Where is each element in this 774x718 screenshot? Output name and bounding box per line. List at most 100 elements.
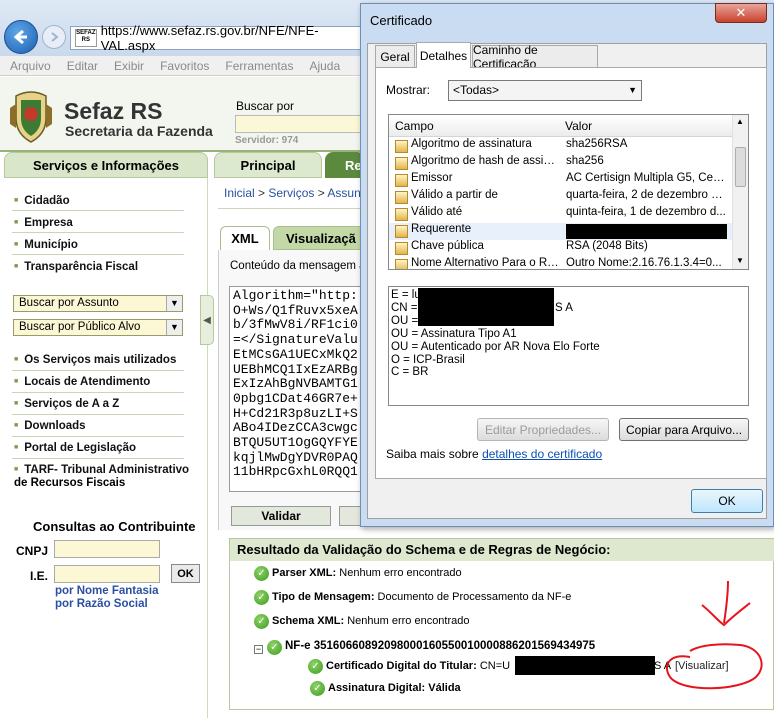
tab-caminho[interactable]: Caminho de Certificação xyxy=(472,43,598,71)
nome-fantasia-link[interactable]: por Nome Fantasia xyxy=(55,585,159,597)
coat-of-arms-icon xyxy=(10,91,52,143)
sidebar-item-transparencia[interactable]: Transparência Fiscal xyxy=(14,261,138,273)
tab-xml[interactable]: XML xyxy=(220,226,270,250)
breadcrumb-inicial[interactable]: Inicial xyxy=(224,186,255,200)
detail-line: OU = Autenticado por AR Nova Elo Forte xyxy=(391,340,600,353)
sidebar-item-tarf-line2[interactable]: de Recursos Fiscais xyxy=(14,477,125,489)
collapse-nfe-toggle[interactable]: − xyxy=(254,645,263,654)
collapse-sidebar-handle[interactable]: ◀ xyxy=(200,295,214,345)
tab-servicos[interactable]: Serviços e Informações xyxy=(4,152,208,178)
result-row-assinatura: Assinatura Digital: Válida xyxy=(328,682,461,694)
menu-exibir[interactable]: Exibir xyxy=(114,59,144,73)
sidebar-item-cidadao[interactable]: Cidadão xyxy=(14,195,69,207)
xml-textarea[interactable]: Algorithm="http: O+Ws/Q1fRuvx5xeA b/3fMwV8… xyxy=(229,286,369,492)
chevron-down-icon: ▼ xyxy=(166,296,182,311)
xml-line: ABo4IDezCCA3cwgc xyxy=(233,420,358,436)
forward-button[interactable] xyxy=(42,25,66,49)
url-text: https://www.sefaz.rs.gov.br/NFE/NFE-VAL.… xyxy=(100,23,319,53)
menu-ferramentas[interactable]: Ferramentas xyxy=(225,59,293,73)
sidebar-item-servicos-az[interactable]: Serviços de A a Z xyxy=(14,398,119,410)
field-row-selected[interactable]: Requerente xyxy=(389,223,732,240)
back-button[interactable] xyxy=(4,20,38,54)
cert-cn-prefix: CN=U xyxy=(479,660,511,672)
field-name: Algoritmo de hash de assina... xyxy=(411,155,559,167)
menu-ajuda[interactable]: Ajuda xyxy=(309,59,340,73)
select-assunto[interactable]: Buscar por Assunto ▼ xyxy=(13,295,183,312)
field-row[interactable]: Nome Alternativo Para o Re... Outro Nome… xyxy=(389,257,732,269)
xml-line: 0pbg1CDat46GR7e+ xyxy=(233,390,358,406)
col-campo[interactable]: Campo xyxy=(395,119,434,133)
validar-button[interactable]: Validar xyxy=(231,506,331,526)
site-subtitle: Secretaria da Fazenda xyxy=(65,123,213,139)
check-icon: ✓ xyxy=(310,681,325,696)
tab-visualizacao[interactable]: Visualizaçã xyxy=(273,226,368,250)
fields-list[interactable]: Algoritmo de assinatura sha256RSA Algori… xyxy=(388,114,749,270)
check-icon: ✓ xyxy=(308,659,323,674)
field-row[interactable]: Válido até quinta-feira, 1 de dezembro d… xyxy=(389,206,732,223)
saiba-mais: Saiba mais sobre detalhes do certificado xyxy=(386,447,602,461)
dialog-ok-button[interactable]: OK xyxy=(691,489,763,513)
mostrar-select[interactable]: <Todas> ▼ xyxy=(448,80,642,101)
search-label: Buscar por xyxy=(236,99,295,113)
copiar-arquivo-button[interactable]: Copiar para Arquivo... xyxy=(619,418,749,441)
tab-detalhes[interactable]: Detalhes xyxy=(416,42,471,68)
field-name: Chave pública xyxy=(411,240,484,252)
scroll-down-icon[interactable]: ▼ xyxy=(736,256,744,265)
site-title: Sefaz RS xyxy=(64,98,163,124)
field-name: Emissor xyxy=(411,172,453,184)
tab-principal[interactable]: Principal xyxy=(214,152,322,178)
result-row-schema: Schema XML: Nenhum erro encontrado xyxy=(272,615,470,627)
sidebar-item-empresa[interactable]: Empresa xyxy=(14,217,73,229)
sidebar-item-tarf[interactable]: TARF- Tribunal Administrativo xyxy=(14,464,189,476)
scroll-up-icon[interactable]: ▲ xyxy=(736,117,744,126)
tab-receita[interactable]: Re xyxy=(325,152,365,178)
red-annotation xyxy=(665,580,763,690)
result-row-label: Schema XML: xyxy=(272,615,345,627)
menu-favoritos[interactable]: Favoritos xyxy=(160,59,209,73)
result-row-value: Válida xyxy=(428,682,461,694)
tab-geral[interactable]: Geral xyxy=(375,45,415,67)
sidebar-item-servicos-utilizados[interactable]: Os Serviços mais utilizados xyxy=(14,354,176,366)
close-button[interactable]: ✕ xyxy=(715,3,767,23)
result-row-value: Nenhum erro encontrado xyxy=(347,615,470,627)
razao-social-link[interactable]: por Razão Social xyxy=(55,598,148,610)
menu-arquivo[interactable]: Arquivo xyxy=(10,59,51,73)
field-row[interactable]: Chave pública RSA (2048 Bits) xyxy=(389,240,732,257)
search-input[interactable] xyxy=(235,115,365,133)
breadcrumb-servicos[interactable]: Serviços xyxy=(268,186,314,200)
select-publico[interactable]: Buscar por Público Alvo ▼ xyxy=(13,319,183,336)
sidebar-item-downloads[interactable]: Downloads xyxy=(14,420,85,432)
field-row[interactable]: Algoritmo de assinatura sha256RSA xyxy=(389,138,732,155)
col-valor[interactable]: Valor xyxy=(565,119,592,133)
detail-line: O = ICP-Brasil xyxy=(391,353,465,366)
check-icon: ✓ xyxy=(254,614,269,629)
fields-scrollbar[interactable]: ▲ ▼ xyxy=(732,115,748,269)
xml-line: O+Ws/Q1fRuvx5xeA xyxy=(233,302,358,318)
check-icon: ✓ xyxy=(254,566,269,581)
menu-editar[interactable]: Editar xyxy=(67,59,98,73)
divider xyxy=(12,370,184,371)
editar-propriedades-button[interactable]: Editar Propriedades... xyxy=(477,418,609,441)
ie-input[interactable] xyxy=(54,565,160,583)
address-bar[interactable]: SEFAZ RS https://www.sefaz.rs.gov.br/NFE… xyxy=(70,23,370,53)
field-row[interactable]: Algoritmo de hash de assina... sha256 xyxy=(389,155,732,172)
cnpj-input[interactable] xyxy=(54,540,160,558)
breadcrumb-assunto[interactable]: Assun xyxy=(327,186,360,200)
xml-line: =</SignatureValu xyxy=(233,332,358,348)
detalhes-certificado-link[interactable]: detalhes do certificado xyxy=(482,447,602,461)
field-value: sha256 xyxy=(566,155,604,167)
sidebar-item-legislacao[interactable]: Portal de Legislação xyxy=(14,442,136,454)
site-favicon: SEFAZ RS xyxy=(75,29,97,47)
field-name: Requerente xyxy=(411,223,472,235)
sidebar-item-locais[interactable]: Locais de Atendimento xyxy=(14,376,150,388)
field-row[interactable]: Emissor AC Certisign Multipla G5, Certi.… xyxy=(389,172,732,189)
sidebar-item-municipio[interactable]: Município xyxy=(14,239,78,251)
field-row[interactable]: Válido a partir de quarta-feira, 2 de de… xyxy=(389,189,732,206)
cnpj-label: CNPJ xyxy=(16,544,49,558)
result-row-parser: Parser XML: Nenhum erro encontrado xyxy=(272,567,462,579)
certificate-field-icon xyxy=(395,157,408,170)
scrollbar-thumb[interactable] xyxy=(735,147,746,187)
arrow-right-icon xyxy=(51,32,59,42)
consulta-ok-button[interactable]: OK xyxy=(171,564,200,583)
breadcrumb-separator: > xyxy=(258,186,269,200)
